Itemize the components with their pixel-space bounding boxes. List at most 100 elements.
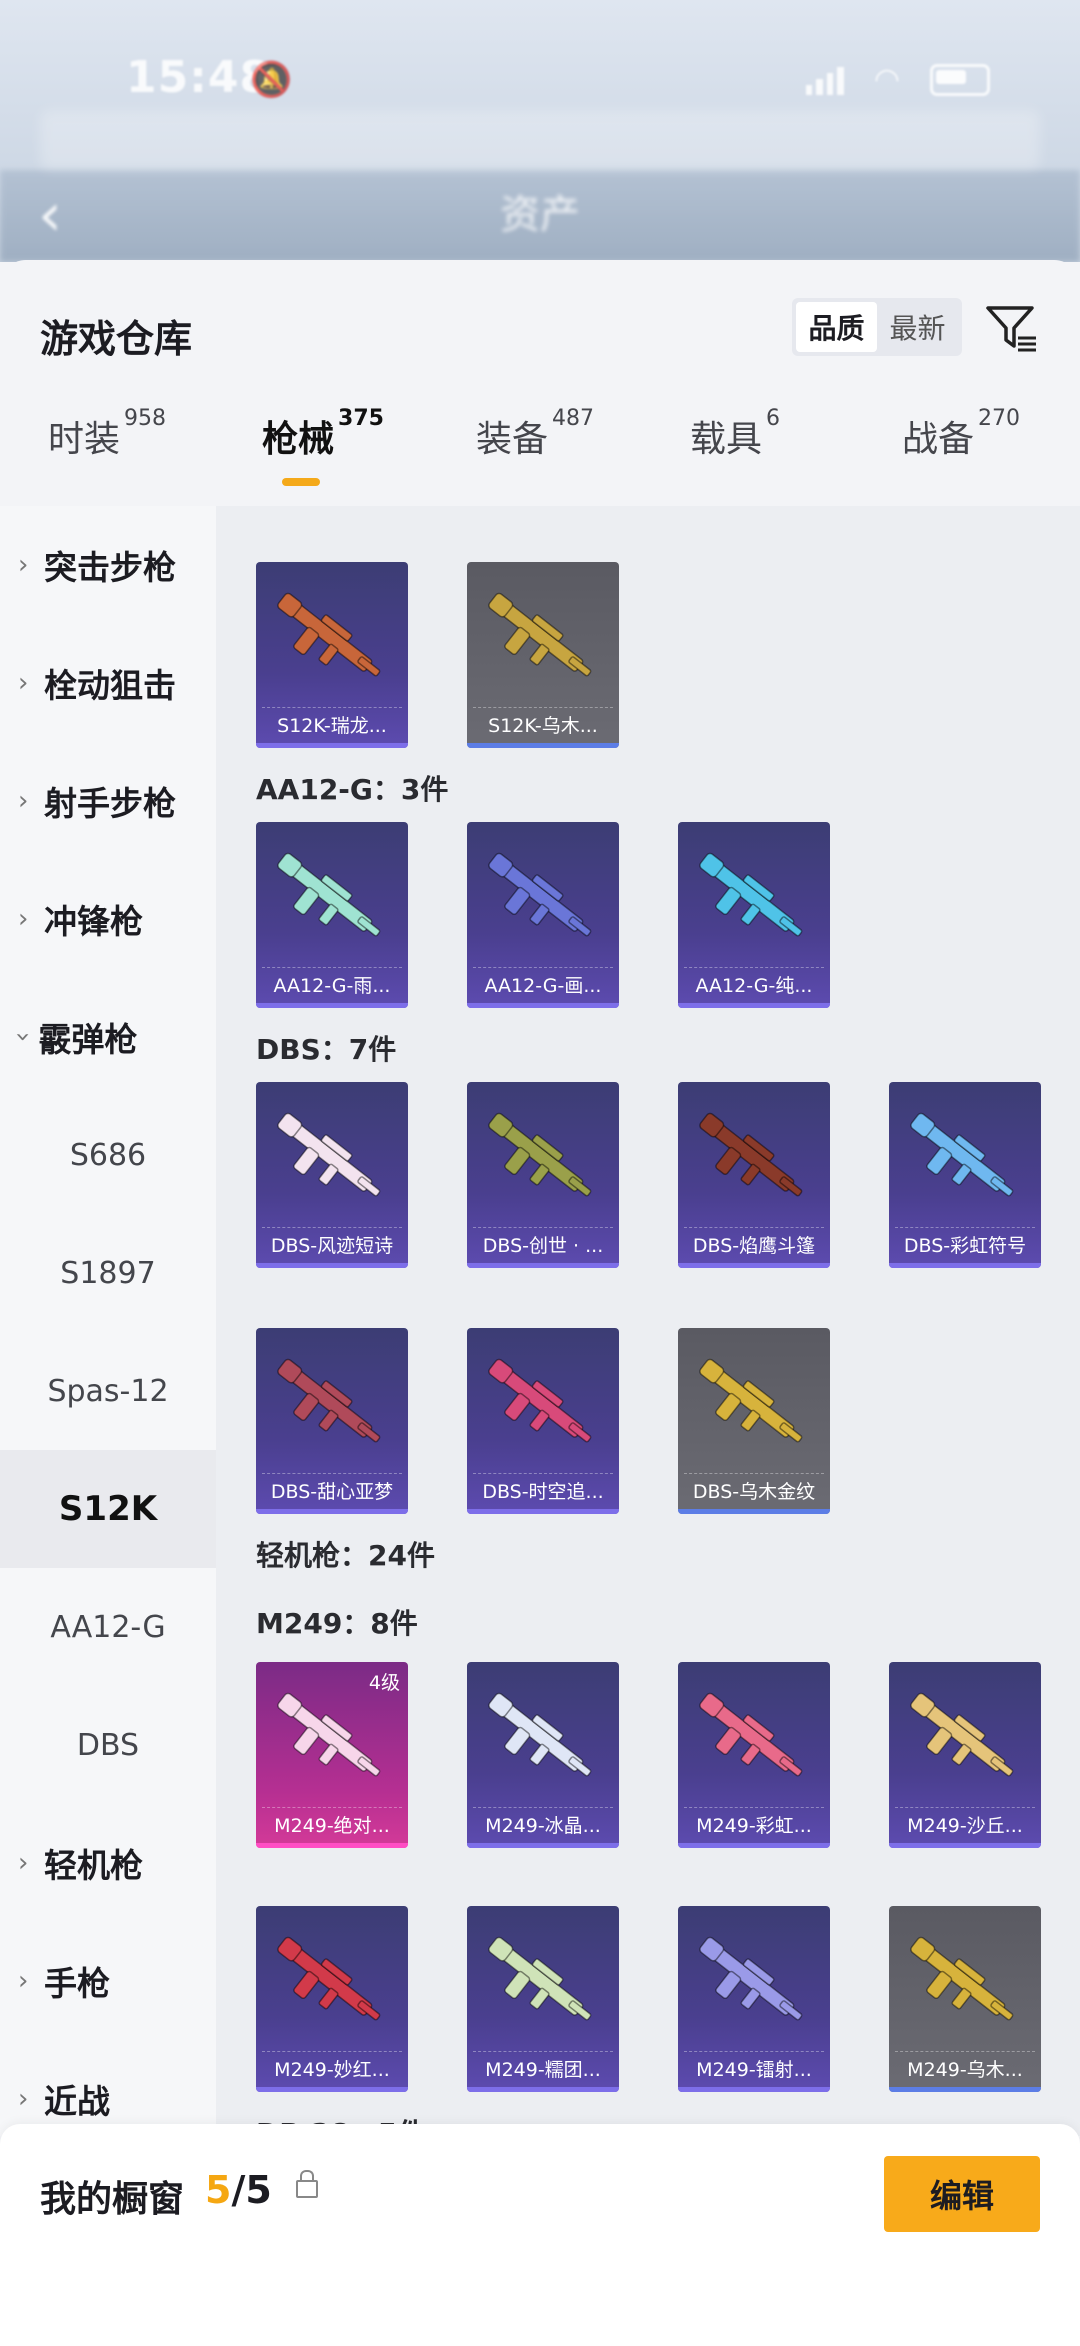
nav-label: 轻机枪	[44, 1846, 143, 1885]
chevron-right-icon: ›	[18, 2084, 29, 2114]
weapon-art	[488, 1936, 592, 2021]
sort-toggle: 品质 最新	[792, 298, 962, 356]
skin-card[interactable]: M249-妙红...	[256, 1906, 408, 2092]
nav-sub-aa12g[interactable]: AA12-G	[0, 1568, 216, 1686]
tab-vehicles[interactable]: 载具6	[690, 406, 780, 462]
skin-card[interactable]: 4级 M249-绝对...	[256, 1662, 408, 1848]
nav-label: 栓动狙击	[44, 666, 176, 705]
skin-name: DBS-风迹短诗	[270, 1235, 394, 1257]
nav-sub-dbs[interactable]: DBS	[0, 1686, 216, 1804]
tab-gear[interactable]: 战备270	[902, 406, 1020, 462]
tab-count: 958	[124, 406, 167, 431]
nav-sub-s686[interactable]: S686	[0, 1096, 216, 1214]
tab-equipment[interactable]: 装备487	[476, 406, 594, 462]
weapon-art	[277, 1936, 381, 2021]
nav-sub-s12k[interactable]: S12K	[0, 1450, 216, 1568]
skin-card[interactable]: S12K-瑞龙...	[256, 562, 408, 748]
weapon-art	[488, 1692, 592, 1777]
skin-name: AA12-G-纯...	[695, 975, 813, 997]
tab-guns[interactable]: 枪械375	[262, 406, 384, 462]
skin-card[interactable]: DBS-乌木金纹	[678, 1328, 830, 1514]
skin-name: M249-镭射...	[696, 2059, 812, 2081]
skin-card[interactable]: M249-乌木...	[889, 1906, 1041, 2092]
sort-latest-button[interactable]: 最新	[877, 302, 958, 352]
chevron-right-icon: ›	[18, 1848, 29, 1878]
nav-label: 近战	[44, 2082, 110, 2121]
filter-icon[interactable]	[980, 298, 1040, 358]
skin-card[interactable]: M249-彩虹...	[678, 1662, 830, 1848]
skin-name: M249-糯团...	[485, 2059, 601, 2081]
skin-card[interactable]: S12K-乌木...	[467, 562, 619, 748]
tab-fashion[interactable]: 时装958	[48, 406, 166, 462]
nav-label: 射手步枪	[44, 784, 176, 823]
weapon-art	[277, 1692, 381, 1777]
skin-name: DBS-焰鹰斗篷	[692, 1235, 816, 1257]
weapon-art	[277, 852, 381, 937]
weapon-art	[488, 1112, 592, 1197]
skin-name: M249-沙丘...	[907, 1815, 1023, 1837]
back-icon[interactable]: ‹	[38, 180, 62, 250]
skin-card[interactable]: AA12-G-画...	[467, 822, 619, 1008]
header-title: 资产	[500, 192, 580, 238]
skin-card[interactable]: AA12-G-雨...	[256, 822, 408, 1008]
chevron-right-icon: ›	[18, 786, 29, 816]
nav-smg[interactable]: › 冲锋枪	[0, 860, 216, 978]
showcase-count-total: /5	[231, 2168, 272, 2212]
showcase-count-current: 5	[205, 2168, 232, 2212]
weapon-type-nav: › 突击步枪 › 栓动狙击 › 射手步枪 › 冲锋枪 › 霰弹枪 S686 S1897 S…	[0, 506, 216, 2136]
nav-shotgun[interactable]: › 霰弹枪	[0, 978, 216, 1096]
sort-quality-button[interactable]: 品质	[796, 302, 877, 352]
group-label-lmg: 轻机枪：24件	[256, 1539, 435, 1572]
skin-card[interactable]: DBS-彩虹符号	[889, 1082, 1041, 1268]
sheet-title: 游戏仓库	[40, 317, 193, 361]
skin-name: M249-彩虹...	[696, 1815, 812, 1837]
skin-card[interactable]: M249-糯团...	[467, 1906, 619, 2092]
showcase-bar: 我的橱窗 5/5 编辑	[0, 2124, 1080, 2346]
showcase-label: 我的橱窗	[40, 2179, 185, 2220]
weapon-art	[910, 1936, 1014, 2021]
nav-marksman-rifle[interactable]: › 射手步枪	[0, 742, 216, 860]
tab-count: 487	[552, 406, 595, 431]
skin-card[interactable]: DBS-甜心亚梦	[256, 1328, 408, 1514]
signal-icon	[805, 65, 844, 95]
skin-name: S12K-乌木...	[488, 715, 598, 737]
nav-pistol[interactable]: › 手枪	[0, 1922, 216, 2040]
skin-card[interactable]: M249-沙丘...	[889, 1662, 1041, 1848]
tab-label: 战备	[902, 419, 975, 460]
skin-card[interactable]: DBS-风迹短诗	[256, 1082, 408, 1268]
nav-sub-spas12[interactable]: Spas-12	[0, 1332, 216, 1450]
skin-card[interactable]: M249-冰晶...	[467, 1662, 619, 1848]
skin-name: M249-乌木...	[907, 2059, 1023, 2081]
nav-assault-rifle[interactable]: › 突击步枪	[0, 506, 216, 624]
skin-name: M249-妙红...	[274, 2059, 390, 2081]
nav-sub-s1897[interactable]: S1897	[0, 1214, 216, 1332]
wifi-icon: ◠	[873, 62, 900, 97]
skin-card[interactable]: AA12-G-纯...	[678, 822, 830, 1008]
chevron-right-icon: ›	[18, 904, 29, 934]
weapon-art	[277, 1358, 381, 1443]
skin-card[interactable]: DBS-焰鹰斗篷	[678, 1082, 830, 1268]
skin-name: M249-绝对...	[274, 1815, 390, 1837]
nav-bolt-sniper[interactable]: › 栓动狙击	[0, 624, 216, 742]
weapon-art	[699, 1936, 803, 2021]
skin-card[interactable]: DBS-时空追...	[467, 1328, 619, 1514]
skin-name: AA12-G-画...	[484, 975, 602, 997]
skin-card[interactable]: DBS-创世 · ...	[467, 1082, 619, 1268]
weapon-art	[488, 852, 592, 937]
nav-lmg[interactable]: › 轻机枪	[0, 1804, 216, 1922]
skin-name: DBS-乌木金纹	[692, 1481, 816, 1503]
status-icons: ◠	[805, 62, 990, 97]
blurred-header: 15:48 🔕 ◠ ‹ 资产	[0, 0, 1080, 262]
showcase-count: 5/5	[205, 2168, 272, 2212]
chevron-down-icon: ›	[8, 1031, 39, 1043]
weapon-art	[277, 592, 381, 677]
nav-label: 霰弹枪	[38, 1020, 138, 1059]
lock-icon	[296, 2170, 318, 2198]
skin-name: DBS-彩虹符号	[903, 1235, 1027, 1257]
edit-button[interactable]: 编辑	[884, 2156, 1040, 2232]
tab-label: 载具	[690, 419, 763, 460]
skin-card[interactable]: M249-镭射...	[678, 1906, 830, 2092]
weapon-art	[699, 1692, 803, 1777]
mute-icon: 🔕	[250, 60, 293, 100]
skin-name: M249-冰晶...	[485, 1815, 601, 1837]
